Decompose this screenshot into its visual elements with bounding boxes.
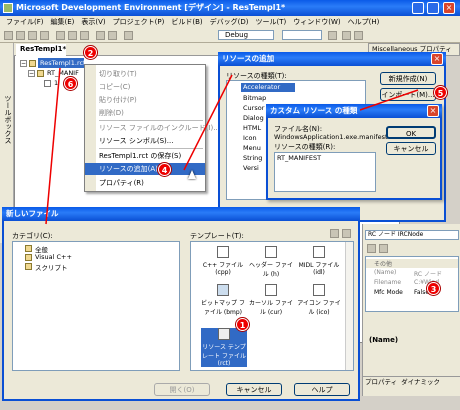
badge-1: 1 [236,318,249,331]
arrow-rct-to-newfile [45,67,61,225]
badge-5: 5 [434,86,447,99]
annotation-arrows [45,67,419,225]
arrow-menu-to-add [183,74,233,171]
badge-3: 3 [427,282,440,295]
badge-6: 6 [64,77,77,90]
badge-4: 4 [158,163,171,176]
badge-2: 2 [84,46,97,59]
arrow-import-to-custom [359,89,419,111]
